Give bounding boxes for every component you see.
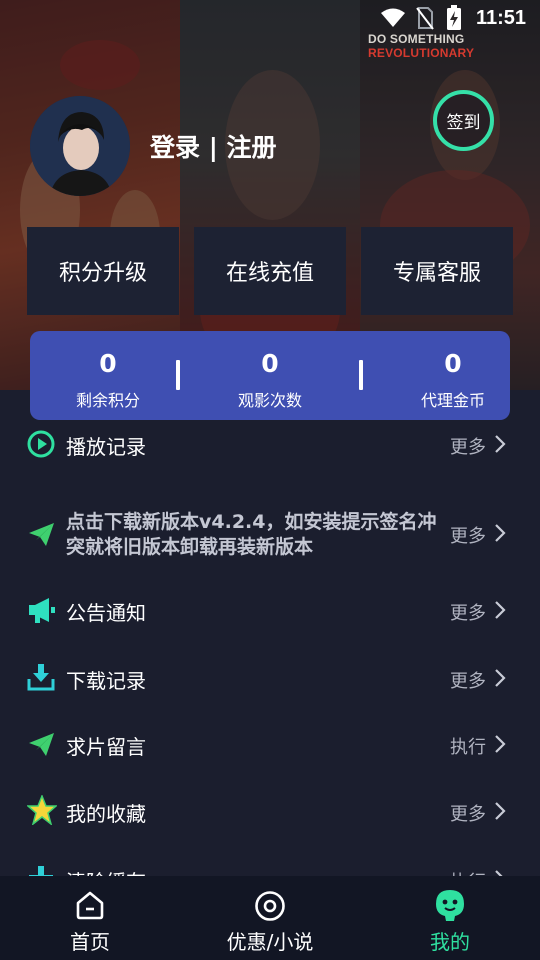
menu-item-favorites[interactable]: 我的收藏 更多 [0, 790, 540, 830]
menu-item-label: 求片留言 [66, 735, 146, 759]
megaphone-icon [29, 598, 55, 623]
mascot-face-icon [436, 890, 464, 921]
menu-item-action[interactable]: 执行 [450, 733, 486, 759]
login-register-link[interactable]: 登录 | 注册 [150, 128, 277, 164]
battery-charging-icon [447, 5, 461, 30]
nav-tab-label: 我的 [430, 930, 470, 954]
nav-tab-label: 优惠/小说 [226, 930, 314, 954]
avatar-portrait [30, 96, 130, 196]
avatar[interactable] [30, 96, 130, 196]
menu-item-announcements[interactable]: 公告通知 更多 [0, 590, 540, 630]
stat-view-count: 0 观影次数 [190, 331, 350, 420]
stat-label: 剩余积分 [75, 391, 140, 410]
nav-tab-label: 首页 [70, 930, 110, 954]
stat-value: 0 [99, 349, 117, 378]
menu-item-action[interactable]: 更多 [450, 599, 486, 625]
paper-plane-icon [29, 523, 54, 546]
menu-item-play-history[interactable]: 播放记录 更多 [0, 425, 540, 465]
menu-item-label: 公告通知 [66, 601, 146, 625]
menu-item-label: 播放记录 [66, 435, 146, 459]
menu-item-label: 下载记录 [66, 669, 146, 693]
menu-item-download-notice[interactable]: 点击下载新版本v4.2.4，如安装提示签名冲突就将旧版本卸载再装新版本 更多 [0, 505, 540, 565]
home-icon [76, 891, 104, 920]
clock: 11:51 [475, 7, 526, 29]
wifi-icon [381, 8, 405, 27]
stat-value: 0 [261, 349, 279, 378]
stats-divider [176, 360, 180, 390]
chevron-right-icon [495, 735, 506, 753]
checkin-button[interactable]: 签到 [433, 90, 494, 151]
nav-tab-home[interactable]: 首页 [0, 876, 180, 960]
stat-label: 观影次数 [237, 391, 302, 410]
paper-plane-icon [29, 733, 54, 756]
stat-value: 0 [444, 349, 462, 378]
chevron-right-icon [495, 669, 506, 687]
poster-caption: DO SOMETHING REVOLUTIONARY [368, 32, 475, 60]
stat-agent-coins: 0 代理金币 [373, 331, 533, 420]
play-circle-icon [27, 430, 55, 458]
download-notice-text: 点击下载新版本v4.2.4，如安装提示签名冲突就将旧版本卸载再装新版本 [66, 511, 437, 558]
nav-tab-offers-novels[interactable]: 优惠/小说 [180, 876, 360, 960]
menu-item-label: 我的收藏 [66, 802, 146, 826]
bottom-navigation: 首页 优惠/小说 我的 [0, 876, 540, 960]
star-icon [27, 795, 57, 825]
stats-divider [359, 360, 363, 390]
menu-item-action[interactable]: 更多 [450, 433, 486, 459]
menu-item-action[interactable]: 更多 [450, 522, 486, 548]
target-icon [255, 891, 285, 921]
menu-item-movie-request[interactable]: 求片留言 执行 [0, 724, 540, 764]
menu-item-action[interactable]: 更多 [450, 800, 486, 826]
nav-tab-mine[interactable]: 我的 [360, 876, 540, 960]
menu-item-download-history[interactable]: 下载记录 更多 [0, 658, 540, 698]
customer-service-button[interactable]: 专属客服 [361, 227, 513, 315]
chevron-right-icon [495, 601, 506, 619]
stat-remaining-points: 0 剩余积分 [28, 331, 188, 420]
stats-card: 0 剩余积分 0 观影次数 0 代理金币 [30, 331, 510, 420]
stat-label: 代理金币 [420, 391, 485, 410]
download-tray-icon [27, 664, 55, 691]
status-bar: 11:51 [0, 0, 540, 36]
menu-item-action[interactable]: 更多 [450, 667, 486, 693]
chevron-right-icon [495, 802, 506, 820]
no-sim-icon [416, 7, 434, 30]
chevron-right-icon [495, 524, 506, 542]
points-upgrade-button[interactable]: 积分升级 [27, 227, 179, 315]
online-recharge-button[interactable]: 在线充值 [194, 227, 346, 315]
chevron-right-icon [495, 435, 506, 453]
